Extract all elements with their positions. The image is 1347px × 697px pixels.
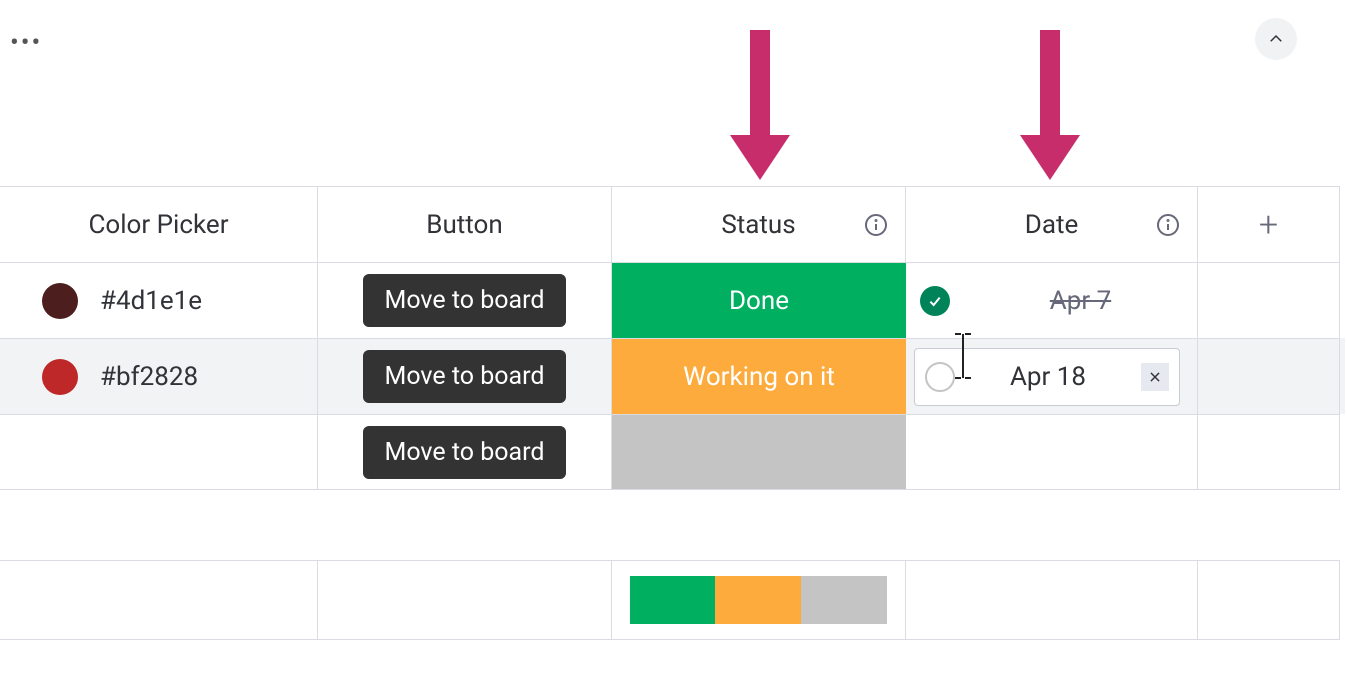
column-header-status[interactable]: Status: [612, 186, 906, 262]
table-header-row: Color Picker Button Status Date +: [0, 186, 1345, 262]
move-to-board-button[interactable]: Move to board: [363, 350, 567, 403]
column-info-button[interactable]: [1155, 212, 1181, 238]
date-cell[interactable]: Apr 18: [906, 338, 1198, 414]
status-segment-working: [715, 576, 801, 624]
info-icon: [864, 213, 888, 237]
status-summary-cell[interactable]: [612, 560, 906, 640]
table-row: #bf2828 Move to board Working on it Apr …: [0, 338, 1345, 414]
column-header-date[interactable]: Date: [906, 186, 1198, 262]
status-segment-empty: [801, 576, 887, 624]
info-icon: [1156, 213, 1180, 237]
color-swatch: [42, 359, 78, 395]
color-picker-cell[interactable]: #4d1e1e: [0, 262, 318, 338]
color-hex-value: #bf2828: [100, 362, 198, 392]
summary-cell: [318, 560, 612, 640]
column-header-label: Date: [1025, 210, 1079, 240]
empty-cell: [1198, 338, 1340, 414]
collapse-button[interactable]: [1255, 18, 1297, 60]
color-picker-cell[interactable]: [0, 414, 318, 490]
summary-cell: [906, 560, 1198, 640]
clear-date-button[interactable]: [1141, 363, 1169, 391]
status-cell[interactable]: Working on it: [612, 338, 906, 414]
color-picker-cell[interactable]: #bf2828: [0, 338, 318, 414]
date-value: Apr 7: [964, 286, 1197, 316]
date-value: Apr 18: [965, 362, 1131, 392]
table-row: Move to board: [0, 414, 1345, 490]
status-cell[interactable]: Done: [612, 262, 906, 338]
status-label: Done: [729, 286, 789, 316]
annotation-arrow: [1010, 30, 1090, 180]
column-info-button[interactable]: [863, 212, 889, 238]
date-editor[interactable]: Apr 18: [914, 348, 1180, 406]
status-distribution-bar: [630, 576, 888, 624]
column-header-color[interactable]: Color Picker: [0, 186, 318, 262]
empty-cell: [1198, 414, 1340, 490]
add-column-button[interactable]: +: [1198, 186, 1340, 262]
empty-cell: [1198, 262, 1340, 338]
button-cell: Move to board: [318, 338, 612, 414]
annotation-arrow: [720, 30, 800, 180]
chevron-up-icon: [1267, 30, 1285, 48]
summary-cell: [1198, 560, 1340, 640]
color-hex-value: #4d1e1e: [100, 286, 202, 316]
column-header-label: Color Picker: [88, 210, 228, 240]
board-table: Color Picker Button Status Date + #4d1e1…: [0, 186, 1345, 490]
column-header-label: Status: [721, 210, 795, 240]
date-cell[interactable]: [906, 414, 1198, 490]
column-header-button[interactable]: Button: [318, 186, 612, 262]
move-to-board-button[interactable]: Move to board: [363, 274, 567, 327]
summary-cell: [0, 560, 318, 640]
status-label: Working on it: [683, 362, 835, 392]
close-icon: [1148, 370, 1162, 384]
move-to-board-button[interactable]: Move to board: [363, 426, 567, 479]
status-cell[interactable]: [612, 414, 906, 490]
button-cell: Move to board: [318, 414, 612, 490]
table-row: #4d1e1e Move to board Done Apr 7: [0, 262, 1345, 338]
done-check-icon: [920, 286, 950, 316]
top-toolbar: •••: [0, 0, 1347, 60]
more-options-icon[interactable]: •••: [10, 30, 42, 56]
column-header-label: Button: [426, 210, 502, 240]
summary-row: [0, 560, 1345, 640]
unchecked-circle-icon[interactable]: [925, 362, 955, 392]
date-cell[interactable]: Apr 7: [906, 262, 1198, 338]
status-segment-done: [630, 576, 716, 624]
color-swatch: [42, 283, 78, 319]
button-cell: Move to board: [318, 262, 612, 338]
